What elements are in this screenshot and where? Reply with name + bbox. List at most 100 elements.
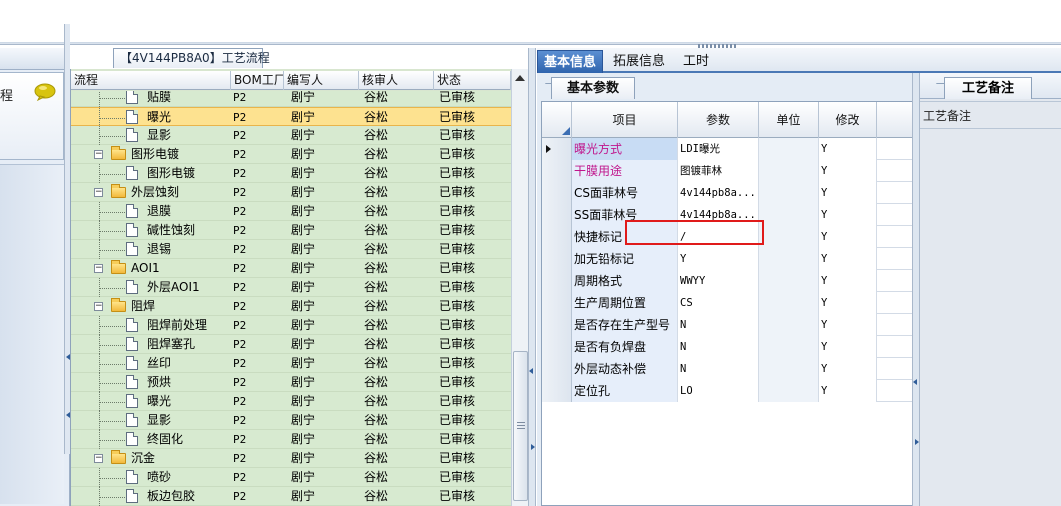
process-tree-row[interactable]: − 图形电镀 P2 剧宁 谷松 已审核 bbox=[71, 145, 511, 164]
collapse-left-arrow-icon[interactable] bbox=[529, 368, 533, 374]
collapse-node-icon[interactable]: − bbox=[94, 264, 103, 273]
param-value-cell[interactable]: WWYY bbox=[678, 270, 759, 292]
middle-collapse-handle[interactable] bbox=[528, 48, 536, 506]
process-tree-row[interactable]: 丝印 P2 剧宁 谷松 已审核 bbox=[71, 354, 511, 373]
params-grid-row[interactable]: 是否存在生产型号 N Y bbox=[542, 314, 912, 336]
process-tree-row[interactable]: − 阻焊 P2 剧宁 谷松 已审核 bbox=[71, 297, 511, 316]
param-value-cell[interactable]: Y bbox=[678, 248, 759, 270]
param-modify-cell[interactable]: Y bbox=[819, 380, 877, 402]
param-item-cell[interactable]: 生产周期位置 bbox=[572, 292, 678, 314]
param-value-cell[interactable]: N bbox=[678, 336, 759, 358]
process-tree-row[interactable]: 喷砂 P2 剧宁 谷松 已审核 bbox=[71, 468, 511, 487]
param-unit-cell[interactable] bbox=[759, 314, 819, 336]
row-selector-header[interactable] bbox=[542, 102, 572, 138]
param-item-cell[interactable]: 外层动态补偿 bbox=[572, 358, 678, 380]
param-modify-cell[interactable]: Y bbox=[819, 248, 877, 270]
collapse-left-arrow-icon[interactable] bbox=[913, 379, 917, 385]
row-selector[interactable] bbox=[542, 358, 572, 380]
param-modify-cell[interactable]: Y bbox=[819, 292, 877, 314]
process-tree-row[interactable]: − 外层蚀刻 P2 剧宁 谷松 已审核 bbox=[71, 183, 511, 202]
row-selector[interactable] bbox=[542, 226, 572, 248]
collapse-node-icon[interactable]: − bbox=[94, 454, 103, 463]
process-tree-row[interactable]: − AOI1 P2 剧宁 谷松 已审核 bbox=[71, 259, 511, 278]
param-modify-cell[interactable]: Y bbox=[819, 270, 877, 292]
param-value-cell[interactable]: 4v144pb8a... bbox=[678, 182, 759, 204]
column-header-unit[interactable]: 单位 bbox=[759, 102, 819, 138]
process-tree-row[interactable]: − 沉金 P2 剧宁 谷松 已审核 bbox=[71, 449, 511, 468]
process-tree-row[interactable]: 预烘 P2 剧宁 谷松 已审核 bbox=[71, 373, 511, 392]
process-tree-row[interactable]: 退膜 P2 剧宁 谷松 已审核 bbox=[71, 202, 511, 221]
left-nav-card[interactable]: 程 bbox=[0, 72, 64, 160]
process-tree-row[interactable]: 曝光 P2 剧宁 谷松 已审核 bbox=[71, 107, 511, 127]
top-splitter-bar[interactable] bbox=[0, 42, 1061, 45]
param-value-cell[interactable]: LDI曝光 bbox=[678, 138, 759, 160]
process-tree-row[interactable]: 退锡 P2 剧宁 谷松 已审核 bbox=[71, 240, 511, 259]
param-item-cell[interactable]: 干膜用途 bbox=[572, 160, 678, 182]
scroll-thumb[interactable] bbox=[513, 351, 528, 501]
process-tree-row[interactable]: 显影 P2 剧宁 谷松 已审核 bbox=[71, 411, 511, 430]
row-selector[interactable] bbox=[542, 336, 572, 358]
row-selector[interactable] bbox=[542, 380, 572, 402]
param-modify-cell[interactable]: Y bbox=[819, 226, 877, 248]
param-modify-cell[interactable]: Y bbox=[819, 336, 877, 358]
tab-process-notes[interactable]: 工艺备注 bbox=[944, 77, 1032, 99]
params-grid-row[interactable]: 周期格式 WWYY Y bbox=[542, 270, 912, 292]
column-header-bom[interactable]: BOM工厂 bbox=[231, 71, 284, 90]
process-tree-row[interactable]: 显影 P2 剧宁 谷松 已审核 bbox=[71, 126, 511, 145]
select-all-corner-icon[interactable] bbox=[562, 127, 570, 135]
expand-right-arrow-icon[interactable] bbox=[915, 439, 919, 445]
params-grid-row[interactable]: 干膜用途 图镀菲林 Y bbox=[542, 160, 912, 182]
column-header-author[interactable]: 编写人 bbox=[284, 71, 359, 90]
param-value-cell[interactable]: CS bbox=[678, 292, 759, 314]
row-selector[interactable] bbox=[542, 314, 572, 336]
process-vertical-scrollbar[interactable] bbox=[511, 69, 529, 506]
param-unit-cell[interactable] bbox=[759, 380, 819, 402]
process-tree-row[interactable]: 板边包胶 P2 剧宁 谷松 已审核 bbox=[71, 487, 511, 506]
param-value-cell[interactable]: N bbox=[678, 314, 759, 336]
row-selector[interactable] bbox=[542, 204, 572, 226]
param-unit-cell[interactable] bbox=[759, 160, 819, 182]
params-grid-row[interactable]: 生产周期位置 CS Y bbox=[542, 292, 912, 314]
scroll-up-arrow-icon[interactable] bbox=[515, 75, 525, 81]
param-item-cell[interactable]: CS面菲林号 bbox=[572, 182, 678, 204]
tab-basic-params[interactable]: 基本参数 bbox=[551, 77, 635, 99]
row-selector[interactable] bbox=[542, 248, 572, 270]
tab-basic-info[interactable]: 基本信息 bbox=[537, 50, 604, 73]
param-unit-cell[interactable] bbox=[759, 248, 819, 270]
notes-body[interactable]: 工艺备注 bbox=[920, 101, 1061, 506]
row-selector[interactable] bbox=[542, 292, 572, 314]
params-grid-row[interactable]: 定位孔 LO Y bbox=[542, 380, 912, 402]
param-unit-cell[interactable] bbox=[759, 204, 819, 226]
param-modify-cell[interactable]: Y bbox=[819, 358, 877, 380]
process-tree-row[interactable]: 外层AOI1 P2 剧宁 谷松 已审核 bbox=[71, 278, 511, 297]
param-value-cell[interactable]: N bbox=[678, 358, 759, 380]
param-value-cell[interactable]: LO bbox=[678, 380, 759, 402]
column-header-status[interactable]: 状态 bbox=[434, 71, 511, 90]
column-header-modify[interactable]: 修改 bbox=[819, 102, 877, 138]
param-unit-cell[interactable] bbox=[759, 138, 819, 160]
params-grid-row[interactable]: 曝光方式 LDI曝光 Y bbox=[542, 138, 912, 160]
process-flow-tab[interactable]: 【4V144PB8A0】工艺流程 bbox=[113, 48, 270, 68]
param-unit-cell[interactable] bbox=[759, 270, 819, 292]
process-tree-row[interactable]: 阻焊塞孔 P2 剧宁 谷松 已审核 bbox=[71, 335, 511, 354]
params-collapse-handle[interactable] bbox=[912, 73, 920, 506]
param-item-cell[interactable]: 曝光方式 bbox=[572, 138, 678, 160]
param-item-cell[interactable]: 是否有负焊盘 bbox=[572, 336, 678, 358]
process-tree-row[interactable]: 图形电镀 P2 剧宁 谷松 已审核 bbox=[71, 164, 511, 183]
column-header-param[interactable]: 参数 bbox=[678, 102, 759, 138]
param-value-cell[interactable]: 图镀菲林 bbox=[678, 160, 759, 182]
collapse-node-icon[interactable]: − bbox=[94, 302, 103, 311]
params-grid-row[interactable]: CS面菲林号 4v144pb8a... Y bbox=[542, 182, 912, 204]
process-tree-row[interactable]: 贴膜 P2 剧宁 谷松 已审核 bbox=[71, 91, 511, 107]
param-item-cell[interactable]: 定位孔 bbox=[572, 380, 678, 402]
row-selector[interactable] bbox=[542, 182, 572, 204]
param-unit-cell[interactable] bbox=[759, 182, 819, 204]
param-unit-cell[interactable] bbox=[759, 358, 819, 380]
process-tree-row[interactable]: 曝光 P2 剧宁 谷松 已审核 bbox=[71, 392, 511, 411]
param-modify-cell[interactable]: Y bbox=[819, 314, 877, 336]
param-modify-cell[interactable]: Y bbox=[819, 138, 877, 160]
process-tree-row[interactable]: 碱性蚀刻 P2 剧宁 谷松 已审核 bbox=[71, 221, 511, 240]
param-item-cell[interactable]: 是否存在生产型号 bbox=[572, 314, 678, 336]
column-header-flow[interactable]: 流程 bbox=[71, 71, 231, 90]
param-unit-cell[interactable] bbox=[759, 336, 819, 358]
